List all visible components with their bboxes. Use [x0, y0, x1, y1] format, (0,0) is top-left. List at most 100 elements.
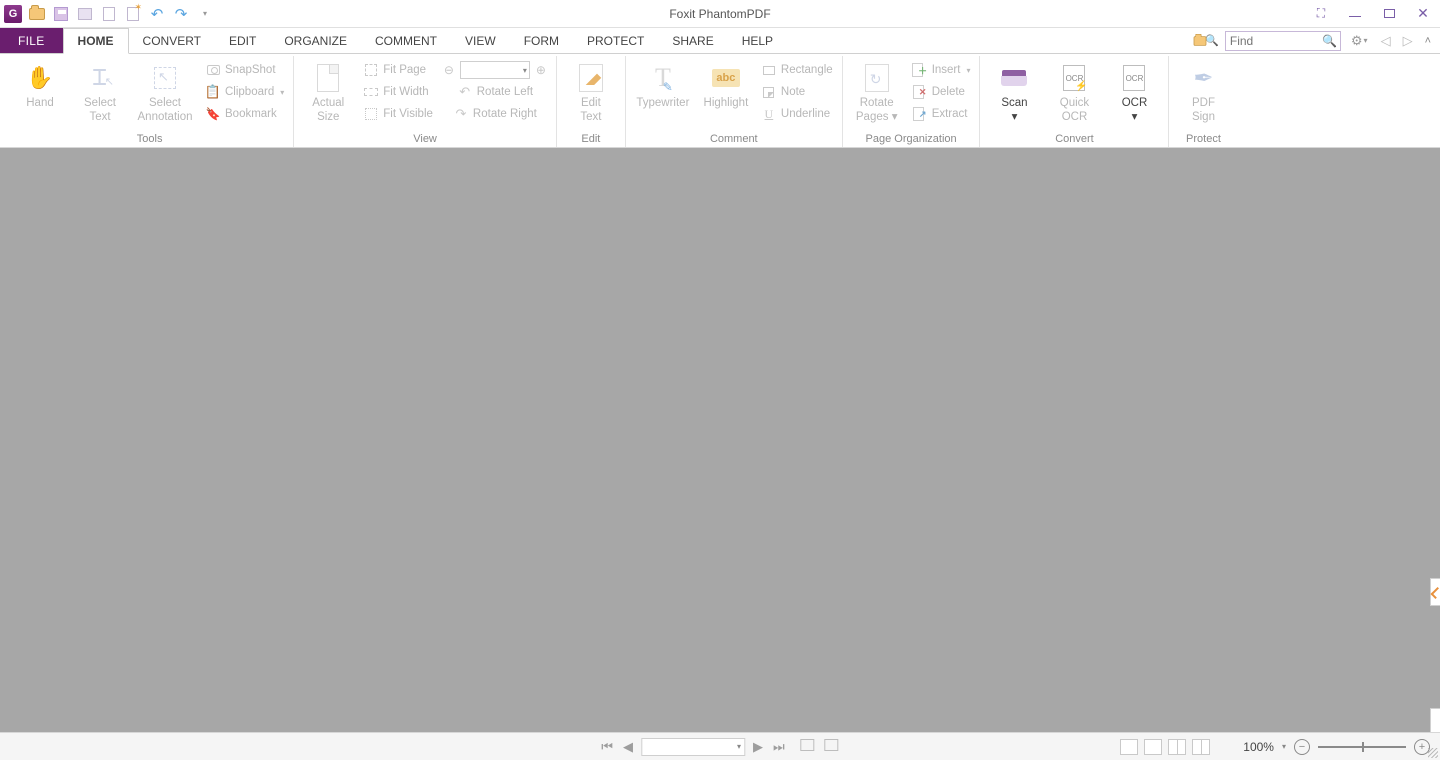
rotate-left-button[interactable]: ↶Rotate Left [454, 82, 536, 102]
quick-ocr-button[interactable]: OCR Quick OCR [1046, 60, 1102, 124]
rotate-left-icon: ↶ [459, 84, 470, 100]
page-number-combo[interactable]: ▾ [641, 738, 745, 756]
rectangle-annot-button[interactable]: Rectangle [758, 60, 836, 80]
ocr-button[interactable]: OCR OCR▾ [1106, 60, 1162, 124]
close-icon: ✕ [1417, 5, 1429, 22]
hand-icon: ✋ [26, 65, 53, 91]
rotate-right-button[interactable]: ↷Rotate Right [450, 104, 540, 124]
zoom-out-button[interactable]: − [1294, 739, 1310, 755]
first-page-icon: ⏮ [601, 739, 613, 754]
edit-text-button[interactable]: Edit Text [563, 60, 619, 124]
clipboard-button[interactable]: 📋Clipboard▾ [202, 82, 287, 102]
minimize-icon [1349, 11, 1361, 17]
window-controls: ⛶ ✕ [1310, 5, 1434, 23]
facing-view-button[interactable] [1168, 739, 1186, 755]
tab-comment[interactable]: COMMENT [361, 28, 451, 53]
zoom-dropdown-button[interactable]: ▾ [1282, 742, 1286, 751]
resize-grip[interactable] [1428, 748, 1438, 758]
tab-help[interactable]: HELP [728, 28, 787, 53]
zoom-slider[interactable] [1318, 746, 1406, 748]
undo-button[interactable]: ↶ [146, 3, 168, 25]
redo-button[interactable]: ↷ [170, 3, 192, 25]
folder-open-icon [29, 8, 45, 20]
new-doc-button[interactable] [122, 3, 144, 25]
bookmark-icon: 🔖 [206, 107, 221, 121]
tab-form[interactable]: FORM [510, 28, 573, 53]
zoom-in-button[interactable]: ⊕ [532, 61, 550, 79]
find-options-button[interactable]: ⚙▾ [1347, 33, 1372, 49]
next-page-button[interactable]: ▶ [751, 739, 765, 755]
save-button[interactable] [50, 3, 72, 25]
single-page-view-button[interactable] [1120, 739, 1138, 755]
typewriter-button[interactable]: T Typewriter [632, 60, 694, 110]
find-prev-button[interactable]: ◁ [1378, 33, 1394, 49]
zoom-out-button[interactable]: ⊖ [440, 61, 458, 79]
tab-share[interactable]: SHARE [658, 28, 727, 53]
edit-document-icon [579, 64, 603, 92]
close-button[interactable]: ✕ [1412, 5, 1434, 23]
actual-size-button[interactable]: Actual Size [300, 60, 356, 124]
pdf-sign-button[interactable]: ✒ PDF Sign [1175, 60, 1231, 124]
gear-icon: ⚙ [1351, 33, 1363, 49]
triangle-left-icon: ◁ [1381, 33, 1391, 48]
first-page-button[interactable]: ⏮ [599, 739, 615, 755]
qat-customize-button[interactable]: ▾ [194, 3, 216, 25]
note-annot-button[interactable]: Note [758, 82, 836, 102]
find-input[interactable] [1226, 34, 1320, 48]
find-submit-button[interactable]: 🔍 [1320, 34, 1340, 48]
continuous-view-button[interactable] [1144, 739, 1162, 755]
bookmark-button[interactable]: 🔖Bookmark [202, 104, 287, 124]
zoom-percent-label[interactable]: 100% [1243, 740, 1274, 754]
tab-convert[interactable]: CONVERT [129, 28, 215, 53]
group-label-comment: Comment [632, 131, 836, 147]
page-layout-buttons [1120, 739, 1210, 755]
fit-visible-button[interactable]: Fit Visible [360, 104, 436, 124]
restore-button[interactable] [1378, 5, 1400, 23]
signature-icon: ✒ [1193, 64, 1213, 93]
fit-width-button[interactable]: Fit Width [360, 82, 436, 102]
tab-file[interactable]: FILE [0, 28, 63, 53]
tab-view[interactable]: VIEW [451, 28, 510, 53]
last-page-button[interactable]: ⏭ [771, 739, 787, 755]
ocr-quick-icon: OCR [1063, 65, 1085, 91]
ocr-icon: OCR [1123, 65, 1145, 91]
underline-annot-button[interactable]: UUnderline [758, 104, 836, 124]
next-view-button[interactable] [823, 739, 841, 754]
find-next-button[interactable]: ▷ [1400, 33, 1416, 49]
caret-down-icon: ▾ [1364, 36, 1368, 45]
highlight-button[interactable]: abc Highlight [698, 60, 754, 110]
prev-page-button[interactable]: ◀ [621, 739, 635, 755]
open-button[interactable] [26, 3, 48, 25]
find-box[interactable]: 🔍 [1225, 31, 1341, 51]
prev-view-icon [801, 739, 815, 751]
delete-pages-button[interactable]: ✕Delete [909, 82, 974, 102]
insert-pages-button[interactable]: ＋Insert▾ [909, 60, 974, 80]
app-logo[interactable]: G [2, 3, 24, 25]
rotate-pages-button[interactable]: Rotate Pages ▾ [849, 60, 905, 124]
tab-protect[interactable]: PROTECT [573, 28, 658, 53]
print-button[interactable] [74, 3, 96, 25]
tab-home[interactable]: HOME [63, 28, 129, 54]
select-text-button[interactable]: Ꮖ↖ Select Text [72, 60, 128, 124]
side-panel-tab-1[interactable] [1430, 578, 1440, 606]
fit-page-button[interactable]: Fit Page [360, 60, 436, 80]
group-label-page-organization: Page Organization [849, 131, 974, 147]
continuous-facing-view-button[interactable] [1192, 739, 1210, 755]
prev-view-button[interactable] [799, 739, 817, 754]
snapshot-button[interactable]: SnapShot [202, 60, 287, 80]
extract-pages-button[interactable]: ↗Extract [909, 104, 974, 124]
hand-tool-button[interactable]: ✋ Hand [12, 60, 68, 110]
fullscreen-button[interactable]: ⛶ [1310, 5, 1332, 23]
blank-doc-button[interactable] [98, 3, 120, 25]
collapse-ribbon-button[interactable]: ˄ [1422, 35, 1434, 47]
tab-organize[interactable]: ORGANIZE [270, 28, 361, 53]
caret-down-icon: ▾ [966, 66, 970, 75]
tab-edit[interactable]: EDIT [215, 28, 270, 53]
zoom-combo[interactable]: ▾ [460, 61, 530, 79]
minimize-button[interactable] [1344, 5, 1366, 23]
save-icon [54, 7, 68, 21]
scan-button[interactable]: Scan▾ [986, 60, 1042, 124]
select-annotation-button[interactable]: Select Annotation [132, 60, 198, 124]
caret-down-icon: ▾ [1132, 111, 1138, 123]
advanced-search-button[interactable]: 🔍 [1192, 34, 1219, 47]
